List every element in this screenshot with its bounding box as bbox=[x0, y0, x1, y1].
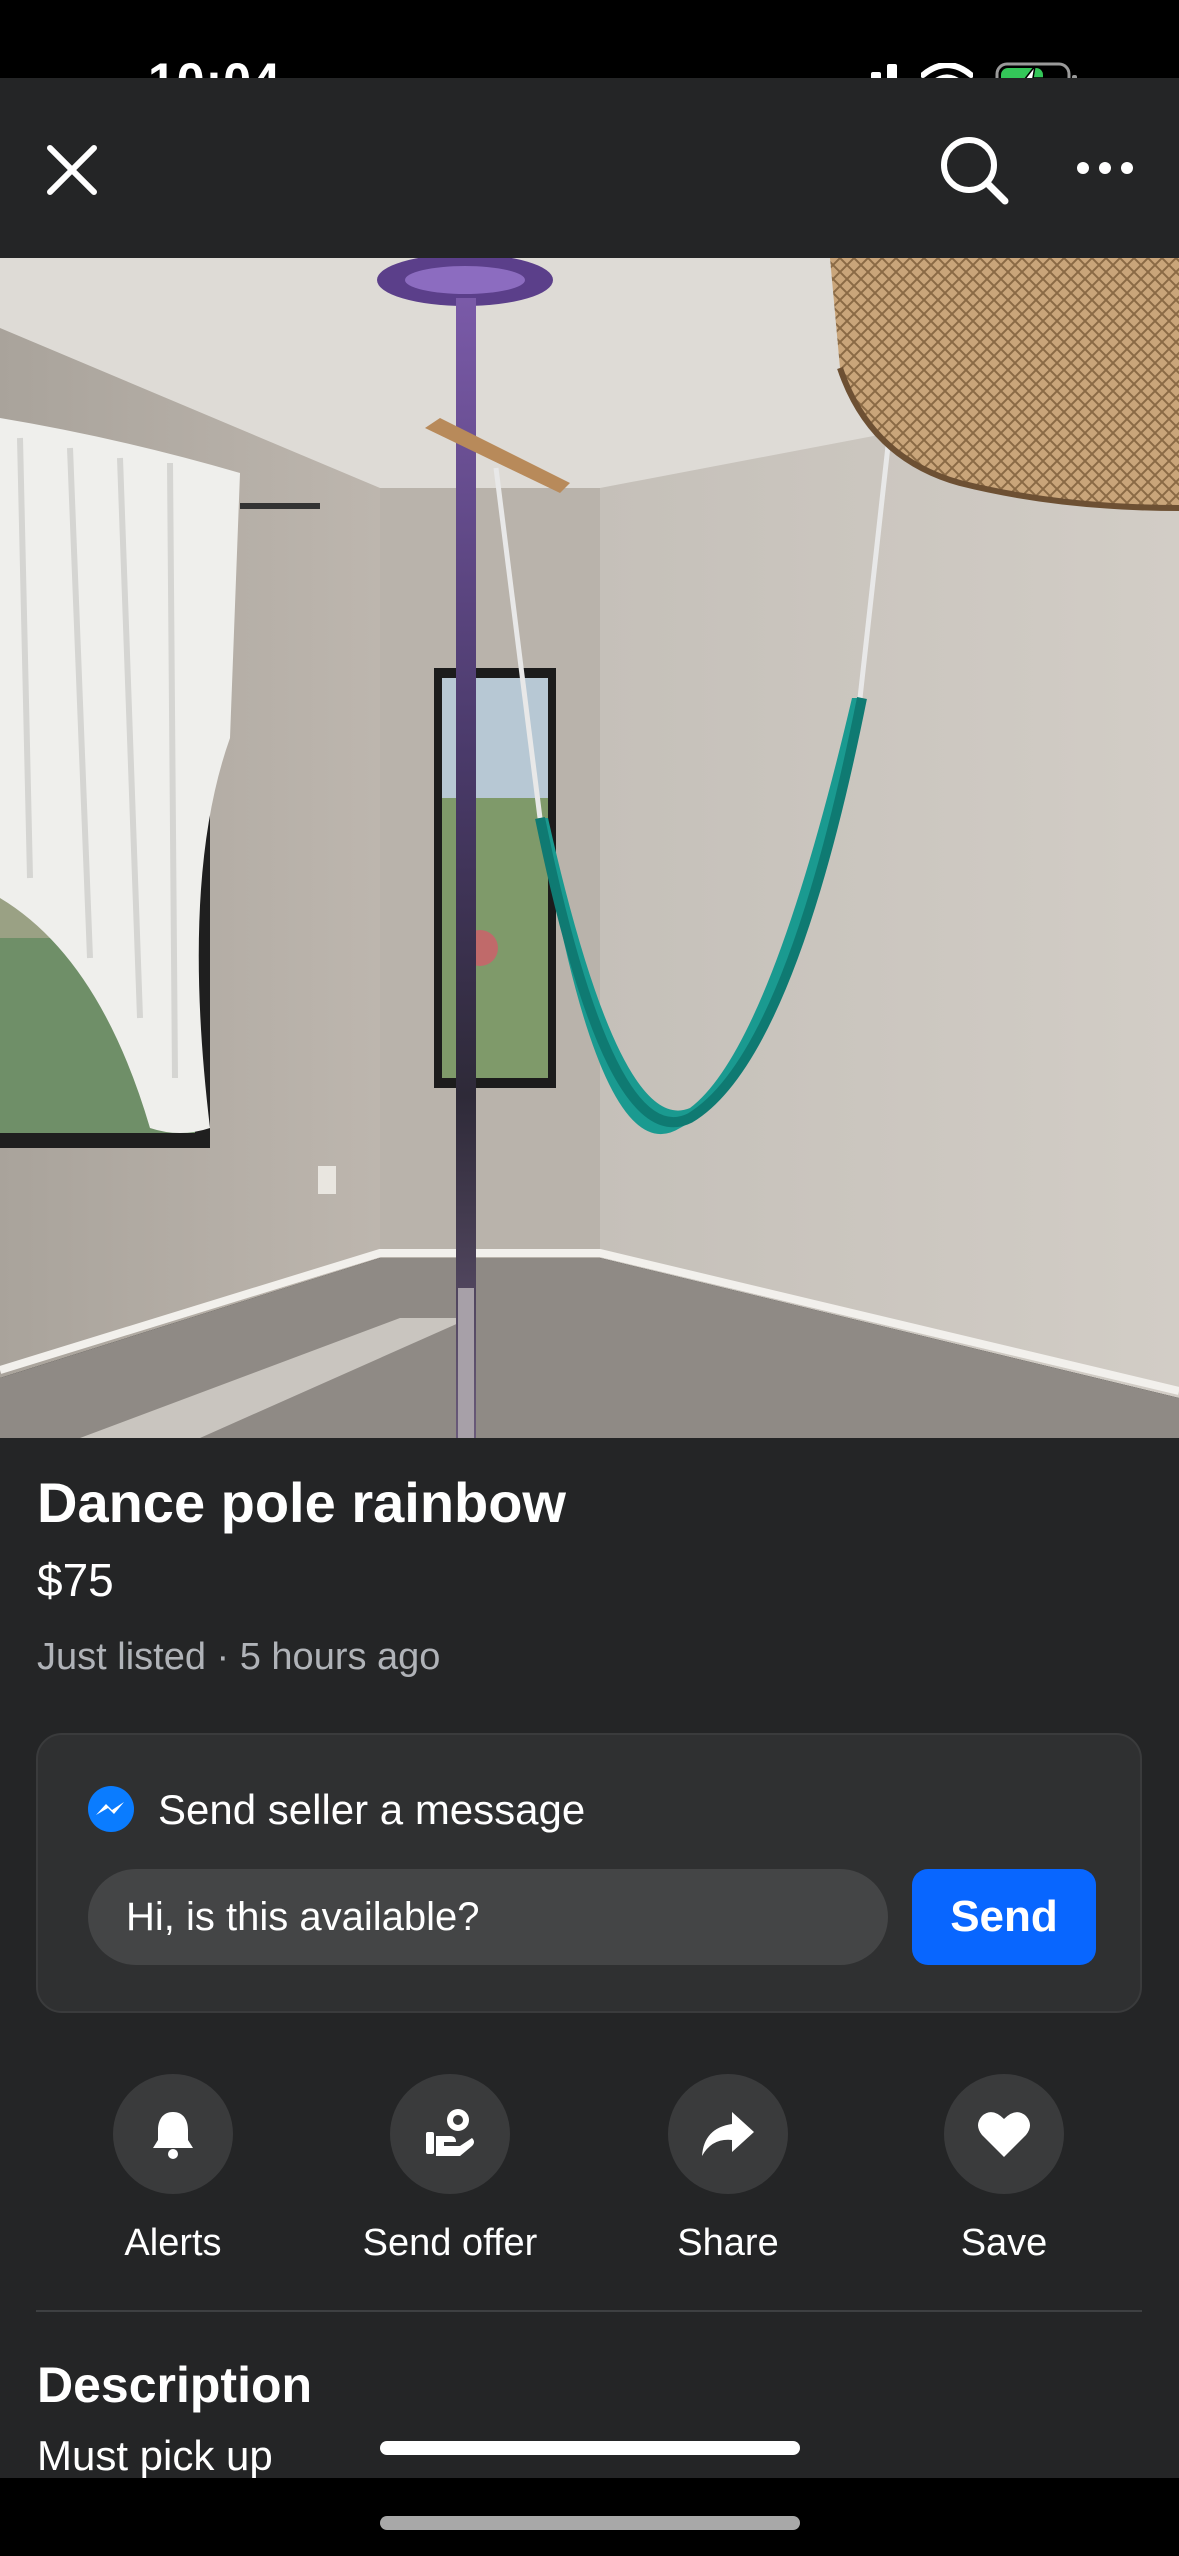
listing-title: Dance pole rainbow bbox=[37, 1471, 566, 1534]
alerts-label: Alerts bbox=[124, 2222, 222, 2264]
save-label: Save bbox=[960, 2222, 1048, 2264]
share-icon bbox=[702, 2112, 754, 2156]
save-circle[interactable] bbox=[944, 2074, 1064, 2194]
send-offer-label: Send offer bbox=[362, 2222, 538, 2264]
section-divider bbox=[36, 2310, 1142, 2312]
listing-meta: Just listed · 5 hours ago bbox=[37, 1636, 441, 1678]
description-heading: Description bbox=[37, 2357, 313, 2413]
heart-icon bbox=[978, 2112, 1030, 2157]
share-button[interactable]: Share bbox=[598, 2074, 858, 2265]
save-button[interactable]: Save bbox=[874, 2074, 1134, 2265]
bottom-bar bbox=[0, 2478, 1179, 2556]
alerts-button[interactable]: Alerts bbox=[43, 2074, 303, 2265]
close-icon[interactable] bbox=[40, 138, 104, 202]
send-offer-button[interactable]: Send offer bbox=[320, 2074, 580, 2265]
message-heading-label: Send seller a message bbox=[158, 1786, 586, 1833]
home-indicator bbox=[380, 2441, 800, 2455]
send-offer-circle[interactable] bbox=[390, 2074, 510, 2194]
search-icon[interactable] bbox=[937, 133, 1011, 207]
room-photo-illustration bbox=[0, 258, 1179, 1438]
top-bar bbox=[0, 78, 1179, 258]
offer-icon bbox=[426, 2109, 474, 2156]
send-button[interactable]: Send bbox=[912, 1869, 1096, 1965]
message-seller-card: Send seller a message Hi, is this availa… bbox=[36, 1733, 1142, 2013]
more-icon[interactable] bbox=[1075, 153, 1135, 183]
action-row: Alerts Send offer Share Save bbox=[0, 2074, 1179, 2274]
message-heading: Send seller a message bbox=[86, 1785, 585, 1835]
share-label: Share bbox=[677, 2222, 779, 2264]
home-indicator-secondary bbox=[380, 2516, 800, 2530]
messenger-icon bbox=[88, 1786, 134, 1832]
bell-icon bbox=[153, 2112, 193, 2159]
share-circle[interactable] bbox=[668, 2074, 788, 2194]
listing-photo[interactable] bbox=[0, 258, 1179, 1438]
listing-price: $75 bbox=[37, 1554, 114, 1606]
alerts-circle[interactable] bbox=[113, 2074, 233, 2194]
description-text: Must pick up bbox=[37, 2432, 273, 2478]
message-input[interactable]: Hi, is this available? bbox=[88, 1869, 888, 1965]
status-bar: 10:04 bbox=[0, 0, 1179, 109]
